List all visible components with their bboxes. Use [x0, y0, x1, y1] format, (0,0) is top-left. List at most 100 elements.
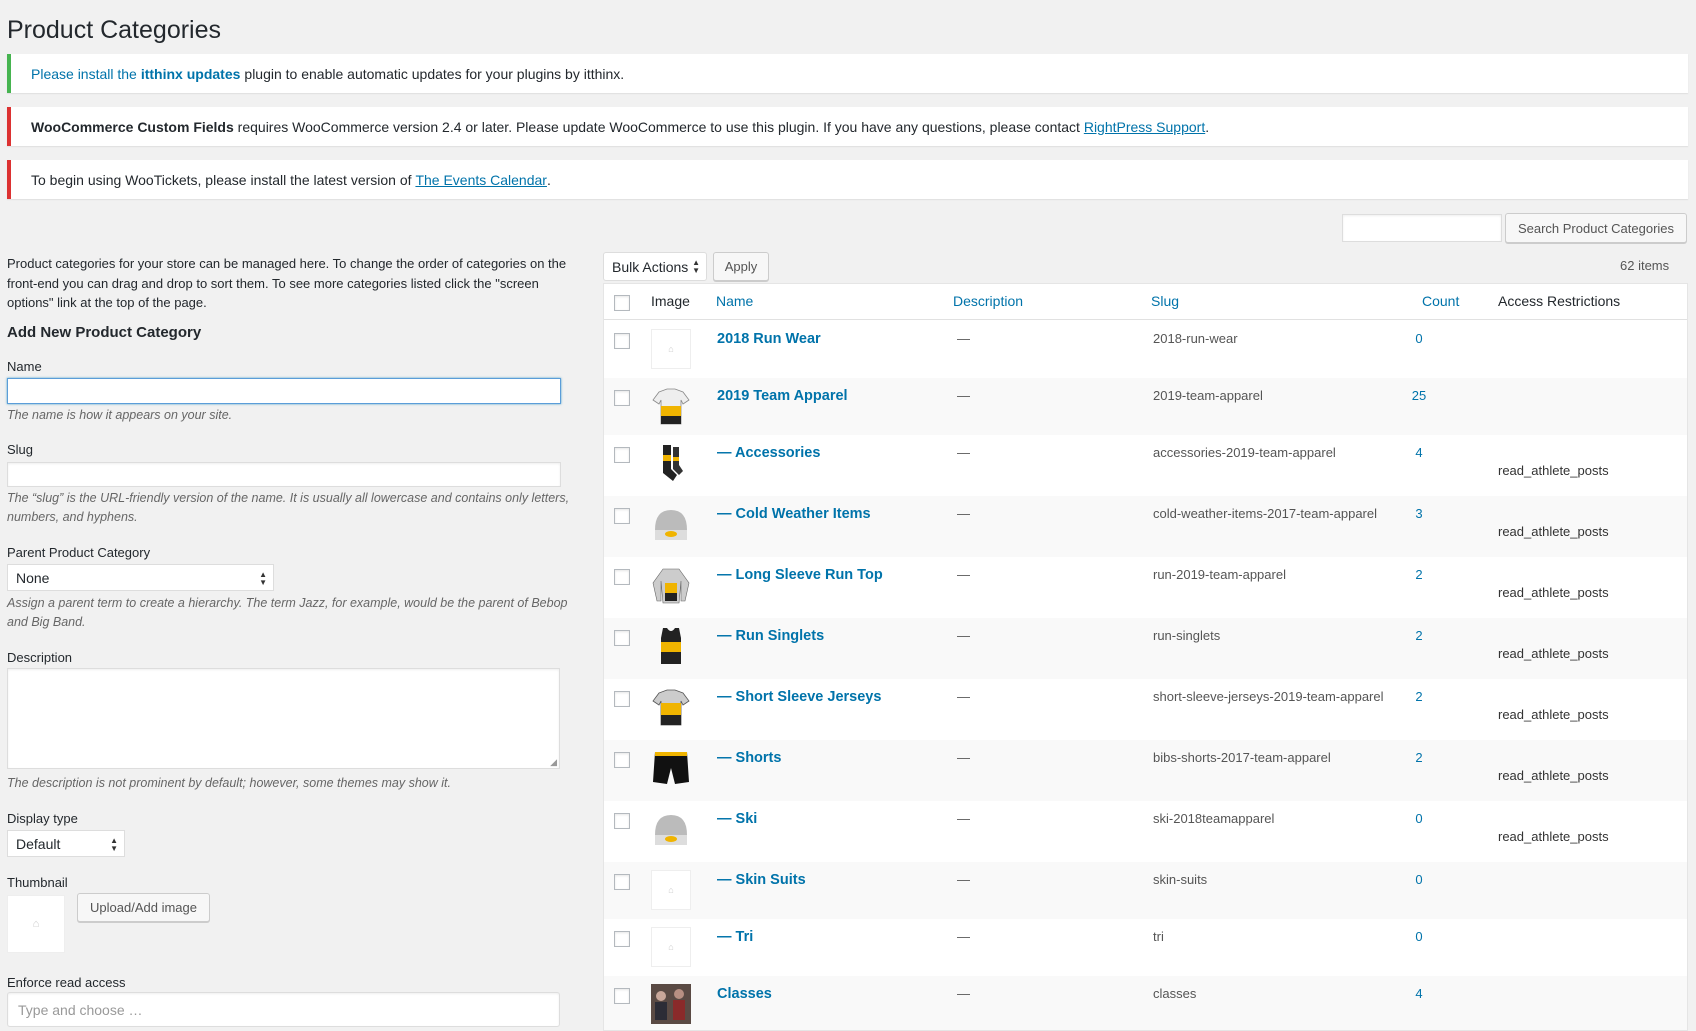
items-count: 62 items [1620, 258, 1670, 273]
events-calendar-link[interactable]: The Events Calendar [415, 172, 547, 188]
category-count-link[interactable]: 25 [1404, 388, 1434, 403]
category-thumbnail [651, 504, 691, 544]
category-name-link[interactable]: — Skin Suits [717, 872, 806, 888]
column-name[interactable]: Name [716, 293, 753, 309]
enforce-read-access-input[interactable]: Type and choose … [7, 992, 560, 1027]
category-name-link[interactable]: Classes [717, 986, 772, 1002]
upload-image-button[interactable]: Upload/Add image [77, 893, 210, 922]
category-slug: run-singlets [1153, 628, 1221, 643]
category-count-link[interactable]: 0 [1404, 331, 1434, 346]
category-slug: ski-2018teamapparel [1153, 811, 1275, 826]
category-count-link[interactable]: 0 [1404, 811, 1434, 826]
row-checkbox[interactable] [614, 630, 630, 646]
category-slug: tri [1153, 929, 1164, 944]
row-checkbox[interactable] [614, 931, 630, 947]
row-checkbox[interactable] [614, 988, 630, 1004]
search-categories-button[interactable]: Search Product Categories [1505, 213, 1687, 243]
category-description: — [957, 986, 970, 1001]
category-name-link[interactable]: — Accessories [717, 445, 820, 461]
table-row: — Short Sleeve Jerseys — short-sleeve-jers… [604, 679, 1687, 740]
category-access-restriction: read_athlete_posts [1498, 646, 1609, 661]
parent-category-select[interactable]: None ▲ ▼ [7, 564, 274, 591]
table-row: 2019 Team Apparel — 2019-team-apparel 25 [604, 378, 1687, 435]
apply-button[interactable]: Apply [713, 252, 769, 281]
category-thumbnail [651, 809, 691, 849]
row-checkbox[interactable] [614, 569, 630, 585]
category-name-link[interactable]: — Shorts [717, 750, 781, 766]
description-help: The description is not prominent by defa… [7, 776, 451, 790]
category-name-link[interactable]: — Cold Weather Items [717, 506, 871, 522]
category-description: — [957, 331, 970, 346]
category-access-restriction: read_athlete_posts [1498, 585, 1609, 600]
column-description[interactable]: Description [953, 293, 1023, 309]
category-thumbnail [651, 687, 691, 727]
row-checkbox[interactable] [614, 691, 630, 707]
parent-category-help: Assign a parent term to create a hierarc… [7, 596, 568, 629]
table-row: — Long Sleeve Run Top — run-2019-team-appa… [604, 557, 1687, 618]
parent-category-value: None [16, 569, 50, 586]
select-arrows-icon: ▲ ▼ [692, 258, 700, 275]
notice-text: requires WooCommerce version 2.4 or late… [233, 118, 1084, 135]
category-name-link[interactable]: — Tri [717, 929, 753, 945]
category-slug: bibs-shorts-2017-team-apparel [1153, 750, 1331, 765]
category-name-link[interactable]: — Long Sleeve Run Top [717, 567, 883, 583]
category-count-link[interactable]: 2 [1404, 689, 1434, 704]
category-count-link[interactable]: 4 [1404, 986, 1434, 1001]
category-access-restriction: read_athlete_posts [1498, 524, 1609, 539]
category-count-link[interactable]: 3 [1404, 506, 1434, 521]
category-count-link[interactable]: 0 [1404, 929, 1434, 944]
notice-woocommerce-custom-fields: WooCommerce Custom Fields requires WooCo… [7, 107, 1688, 146]
table-row: Classes — classes 4 [604, 976, 1687, 1030]
category-count-link[interactable]: 4 [1404, 445, 1434, 460]
row-checkbox[interactable] [614, 813, 630, 829]
notice-text: Please install the [31, 65, 137, 82]
categories-table: Image Name Description Slug Count Access… [603, 283, 1688, 1031]
placeholder-image-icon: ⌂ [651, 870, 691, 910]
resize-grip-icon[interactable]: ◢ [550, 758, 557, 767]
category-name-link[interactable]: — Ski [717, 811, 757, 827]
name-label: Name [7, 359, 42, 374]
notice-text: To begin using WooTickets, please instal… [31, 171, 416, 188]
table-row: — Shorts — bibs-shorts-2017-team-apparel 2 r… [604, 740, 1687, 801]
category-description: — [957, 628, 970, 643]
search-input[interactable] [1342, 214, 1502, 242]
category-count-link[interactable]: 2 [1404, 628, 1434, 643]
category-count-link[interactable]: 2 [1404, 750, 1434, 765]
notice-text: plugin to enable automatic updates for y… [244, 65, 625, 82]
thumbnail-placeholder-icon: ⌂ [7, 895, 65, 953]
category-name-link[interactable]: — Run Singlets [717, 628, 824, 644]
category-access-restriction: read_athlete_posts [1498, 768, 1609, 783]
category-count-link[interactable]: 2 [1404, 567, 1434, 582]
row-checkbox[interactable] [614, 447, 630, 463]
table-row: — Cold Weather Items — cold-weather-items-… [604, 496, 1687, 557]
category-name-link[interactable]: — Short Sleeve Jerseys [717, 689, 881, 705]
row-checkbox[interactable] [614, 333, 630, 349]
category-description: — [957, 872, 970, 887]
category-name-link[interactable]: 2018 Run Wear [717, 331, 821, 347]
category-count-link[interactable]: 0 [1404, 872, 1434, 887]
slug-label: Slug [7, 442, 34, 457]
rightpress-support-link[interactable]: RightPress Support [1084, 119, 1205, 135]
bulk-actions-select[interactable]: Bulk Actions ▲ ▼ [603, 252, 707, 281]
row-checkbox[interactable] [614, 508, 630, 524]
column-count[interactable]: Count [1422, 293, 1459, 309]
category-name-link[interactable]: 2019 Team Apparel [717, 388, 848, 404]
placeholder-image-icon: ⌂ [651, 927, 691, 967]
itthinx-updates-link[interactable]: itthinx updates [141, 66, 241, 82]
table-row: ⌂ — Tri — tri 0 [604, 919, 1687, 976]
column-access-restrictions: Access Restrictions [1498, 293, 1621, 309]
description-textarea[interactable]: ◢ [7, 668, 560, 769]
column-slug[interactable]: Slug [1151, 293, 1179, 309]
parent-category-label: Parent Product Category [7, 545, 151, 560]
display-type-value: Default [16, 835, 61, 852]
slug-input[interactable] [7, 462, 561, 487]
row-checkbox[interactable] [614, 874, 630, 890]
display-type-select[interactable]: Default ▲ ▼ [7, 830, 125, 857]
table-row: — Run Singlets — run-singlets 2 read_athlete… [604, 618, 1687, 679]
row-checkbox[interactable] [614, 752, 630, 768]
name-input[interactable] [7, 378, 561, 404]
table-row: ⌂ — Skin Suits — skin-suits 0 [604, 862, 1687, 919]
select-all-checkbox[interactable] [614, 295, 630, 311]
category-description: — [957, 506, 970, 521]
row-checkbox[interactable] [614, 390, 630, 406]
